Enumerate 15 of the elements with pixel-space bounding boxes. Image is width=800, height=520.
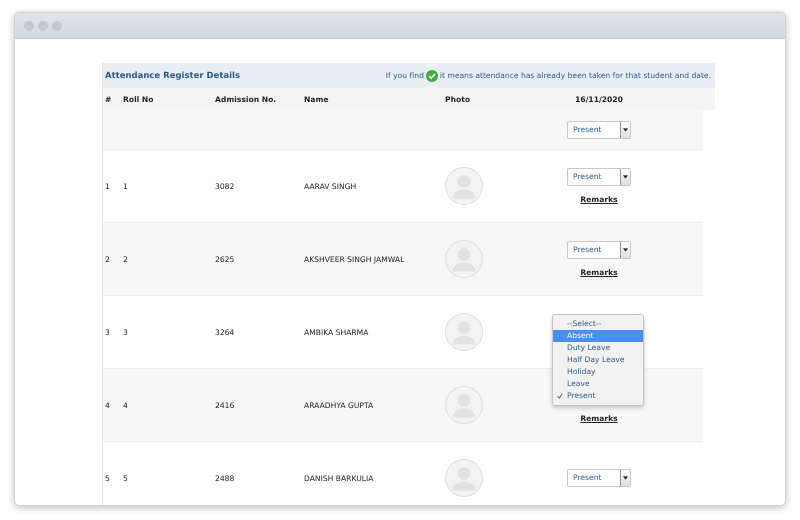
window-dot-icon[interactable] <box>52 20 62 30</box>
avatar-placeholder <box>445 386 483 424</box>
panel-title: Attendance Register Details <box>105 70 240 80</box>
checkmark-icon <box>557 393 563 399</box>
avatar-placeholder <box>445 240 483 278</box>
check-circle-icon <box>426 70 438 82</box>
dropdown-caret-icon[interactable] <box>620 122 630 138</box>
avatar-placeholder <box>445 459 483 497</box>
window-dot-icon[interactable] <box>38 20 48 30</box>
dropdown-caret-icon[interactable] <box>620 242 630 258</box>
avatar-placeholder <box>445 313 483 351</box>
dropdown-caret-icon[interactable] <box>620 169 630 185</box>
dropdown-caret-icon[interactable] <box>620 470 630 486</box>
avatar-placeholder <box>445 167 483 205</box>
window-dot-icon[interactable] <box>24 20 34 30</box>
